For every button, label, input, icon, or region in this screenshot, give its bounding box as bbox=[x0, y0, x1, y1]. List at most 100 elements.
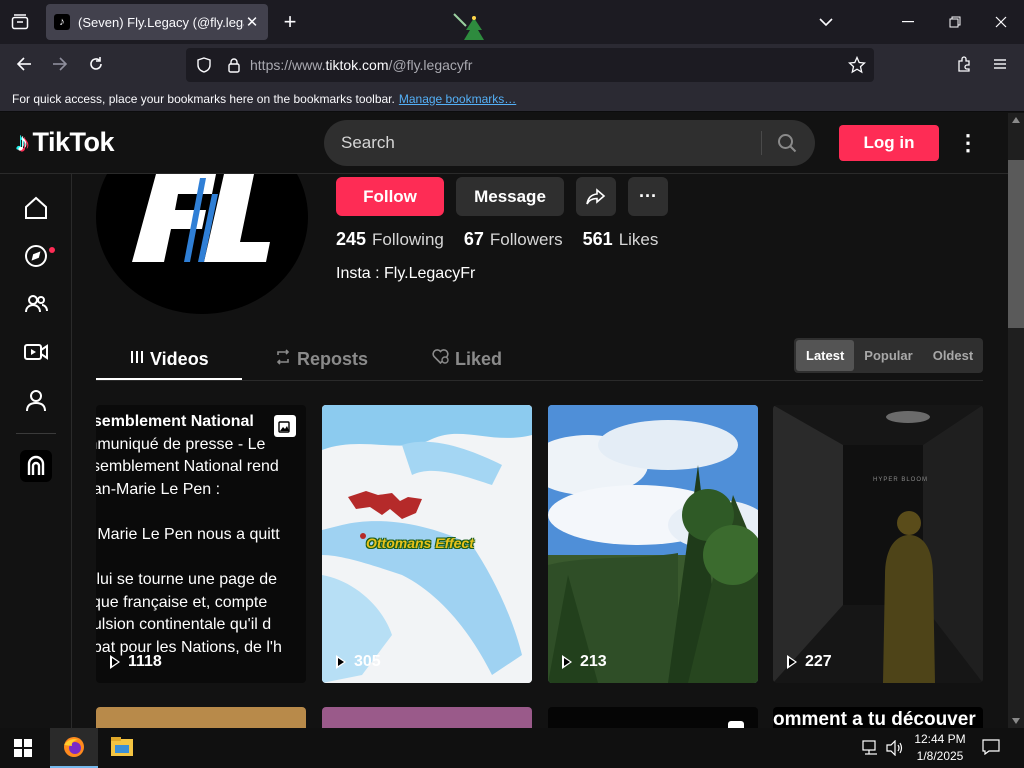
overlay-line: ssemblement National rend bbox=[96, 458, 279, 476]
tiktok-note-icon: ♪ bbox=[16, 127, 29, 157]
profile-person-icon[interactable] bbox=[20, 384, 52, 416]
overlay-line: ean-Marie Le Pen : bbox=[96, 480, 221, 498]
view-count-value: 213 bbox=[580, 653, 607, 670]
search-bar[interactable]: Search bbox=[324, 120, 815, 166]
tab-videos[interactable]: Videos bbox=[130, 338, 209, 380]
liked-heart-icon bbox=[432, 349, 449, 369]
tab-title: (Seven) Fly.Legacy (@fly.legacyfr) | Tik… bbox=[78, 14, 244, 30]
message-button[interactable]: Message bbox=[456, 177, 564, 216]
address-bar[interactable]: https://www.tiktok.com/@fly.legacyfr bbox=[186, 48, 874, 82]
minimize-icon[interactable] bbox=[892, 6, 924, 38]
tab-list-icon[interactable] bbox=[4, 6, 36, 38]
hallway-thumbnail bbox=[773, 405, 983, 683]
home-icon[interactable] bbox=[20, 192, 52, 224]
scrollbar-thumb[interactable] bbox=[1008, 160, 1024, 328]
view-count-value: 305 bbox=[354, 653, 381, 670]
overlay-line: n Marie Le Pen nous a quitt bbox=[96, 525, 280, 543]
live-video-icon[interactable] bbox=[20, 336, 52, 368]
overlay-line: tique française et, compte bbox=[96, 593, 268, 611]
video-caption: omment a tu découver bbox=[773, 709, 976, 728]
close-tab-icon[interactable]: ✕ bbox=[244, 13, 260, 31]
play-icon bbox=[787, 655, 797, 669]
sort-latest[interactable]: Latest bbox=[796, 340, 855, 371]
likes-stat: 561 Likes bbox=[583, 229, 659, 250]
volume-icon[interactable] bbox=[886, 739, 904, 757]
followers-count: 67 bbox=[463, 229, 484, 249]
taskbar-clock[interactable]: 12:44 PM 1/8/2025 bbox=[905, 731, 975, 765]
menu-hamburger-icon[interactable] bbox=[984, 48, 1016, 80]
video-text-overlay: ssemblement National mmuniqué de presse … bbox=[96, 411, 306, 660]
url-path: /@fly.legacyfr bbox=[388, 57, 473, 73]
follow-button[interactable]: Follow bbox=[336, 177, 444, 216]
play-icon bbox=[336, 655, 346, 669]
avatar bbox=[96, 174, 308, 314]
following-people-icon[interactable] bbox=[20, 288, 52, 320]
reload-icon[interactable] bbox=[80, 48, 112, 80]
search-icon[interactable] bbox=[772, 128, 802, 158]
video-card[interactable] bbox=[322, 707, 532, 728]
overlay-line: c lui se tourne une page de bbox=[96, 571, 278, 589]
forest-thumbnail bbox=[548, 405, 758, 683]
shield-icon[interactable] bbox=[188, 57, 220, 73]
url-host: tiktok.com bbox=[325, 57, 389, 73]
profile-stats: 245 Following 67 Followers 561 Likes bbox=[336, 229, 678, 250]
sort-oldest[interactable]: Oldest bbox=[923, 340, 983, 371]
video-card[interactable]: omment a tu découver bbox=[773, 707, 983, 728]
video-caption: Ottomans Effect bbox=[366, 535, 474, 551]
likes-count: 561 bbox=[582, 229, 613, 249]
logo-text: TikTok bbox=[32, 127, 115, 157]
forward-arrow-icon[interactable] bbox=[44, 48, 76, 80]
sidebar-divider bbox=[16, 433, 56, 434]
extensions-icon[interactable] bbox=[948, 48, 980, 80]
video-card[interactable]: 213 bbox=[548, 405, 758, 683]
active-tab-underline bbox=[96, 378, 242, 380]
christmas-tree-icon bbox=[452, 12, 486, 44]
sort-popular[interactable]: Popular bbox=[854, 340, 922, 371]
live-studio-icon[interactable] bbox=[20, 450, 52, 482]
following-count: 245 bbox=[336, 229, 367, 249]
file-explorer-icon[interactable] bbox=[110, 736, 136, 760]
bookmark-star-icon[interactable] bbox=[847, 55, 867, 77]
tiktok-favicon-icon: ♪ bbox=[54, 14, 70, 30]
share-icon[interactable] bbox=[576, 177, 616, 216]
new-tab-icon[interactable]: + bbox=[274, 6, 306, 38]
back-arrow-icon[interactable] bbox=[8, 48, 40, 80]
profile-bio: Insta : Fly.LegacyFr bbox=[336, 265, 476, 282]
explore-compass-icon[interactable] bbox=[20, 240, 52, 272]
notifications-icon[interactable] bbox=[982, 739, 1002, 757]
close-window-icon[interactable] bbox=[985, 6, 1017, 38]
login-button[interactable]: Log in bbox=[839, 125, 939, 161]
list-all-tabs-icon[interactable] bbox=[810, 6, 842, 38]
url-prefix: https://www. bbox=[250, 57, 326, 73]
following-label: Following bbox=[372, 230, 444, 249]
tiktok-logo[interactable]: ♪ TikTok bbox=[16, 127, 115, 158]
restore-icon[interactable] bbox=[939, 6, 971, 38]
tab-liked-label: Liked bbox=[455, 348, 503, 369]
followers-stat[interactable]: 67 Followers bbox=[464, 229, 563, 250]
url-text[interactable]: https://www.tiktok.com/@fly.legacyfr bbox=[250, 57, 472, 73]
view-count-value: 227 bbox=[805, 653, 832, 670]
windows-start-icon[interactable] bbox=[14, 739, 34, 757]
likes-label: Likes bbox=[618, 230, 659, 249]
tab-reposts[interactable]: Reposts bbox=[275, 338, 368, 380]
video-card[interactable] bbox=[548, 707, 758, 728]
search-input[interactable]: Search bbox=[341, 133, 395, 153]
firefox-taskbar-icon[interactable] bbox=[50, 728, 98, 768]
video-card[interactable]: ssemblement National mmuniqué de presse … bbox=[96, 405, 306, 683]
lock-icon[interactable] bbox=[220, 57, 248, 73]
more-options-icon[interactable]: ⋮ bbox=[955, 129, 981, 157]
video-card[interactable]: Ottomans Effect 305 bbox=[322, 405, 532, 683]
videos-grid-icon bbox=[130, 350, 144, 369]
video-card[interactable]: HYPER BLOOM 227 bbox=[773, 405, 983, 683]
network-icon[interactable] bbox=[862, 740, 880, 756]
browser-tab-active[interactable]: ♪ (Seven) Fly.Legacy (@fly.legacyfr) | T… bbox=[46, 4, 268, 40]
more-actions-icon[interactable]: ··· bbox=[628, 177, 668, 216]
search-divider bbox=[761, 131, 762, 155]
overlay-line: mmuniqué de presse - Le bbox=[96, 435, 266, 453]
video-card[interactable] bbox=[96, 707, 306, 728]
manage-bookmarks-link[interactable]: Manage bookmarks… bbox=[399, 92, 516, 106]
following-stat[interactable]: 245 Following bbox=[336, 229, 444, 250]
bookmarks-hint: For quick access, place your bookmarks h… bbox=[12, 91, 395, 106]
tab-liked[interactable]: Liked bbox=[432, 338, 502, 380]
overlay-line: pulsion continentale qu'il d bbox=[96, 616, 272, 634]
